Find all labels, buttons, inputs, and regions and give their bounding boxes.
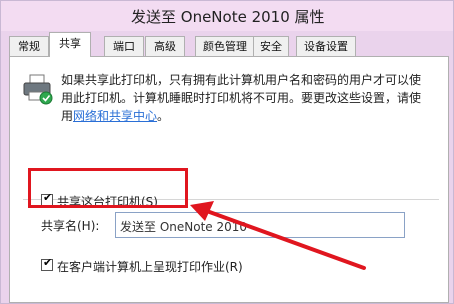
share-name-value: 发送至 OneNote 2010	[120, 220, 248, 234]
description-line-3: 用网络和共享中心。	[61, 107, 441, 125]
title-bar: 发送至 OneNote 2010 属性	[1, 1, 453, 31]
network-sharing-center-link[interactable]: 网络和共享中心	[73, 109, 157, 123]
tab-general[interactable]: 常规	[9, 36, 49, 56]
tab-sharing[interactable]: 共享	[49, 32, 91, 57]
description-line-3-prefix: 用	[61, 109, 74, 123]
tab-color-management[interactable]: 颜色管理	[195, 36, 255, 56]
description-line-1: 如果共享此打印机，只有拥有此计算机用户名和密码的用户才可以使	[61, 73, 422, 87]
description-line-2: 用此打印机。计算机睡眠时打印机将不可用。要更改这些设置，请使	[61, 91, 422, 105]
render-jobs-checkbox[interactable]: ✔	[41, 256, 53, 271]
tab-device-settings[interactable]: 设备设置	[296, 36, 356, 56]
render-jobs-label[interactable]: 在客户端计算机上呈现打印作业(R)	[57, 258, 243, 275]
window-title: 发送至 OneNote 2010 属性	[131, 8, 325, 26]
share-name-input[interactable]: 发送至 OneNote 2010	[115, 212, 405, 238]
annotation-highlight-box	[28, 168, 188, 208]
tab-advanced[interactable]: 高级	[145, 36, 185, 56]
tab-security[interactable]: 安全	[253, 36, 289, 56]
checkmark-icon: ✔	[43, 256, 53, 269]
share-name-label: 共享名(H):	[41, 219, 100, 233]
sharing-description: 如果共享此打印机，只有拥有此计算机用户名和密码的用户才可以使 用此打印机。计算机…	[61, 71, 441, 125]
tab-ports[interactable]: 端口	[104, 36, 144, 56]
properties-window: 发送至 OneNote 2010 属性 常规 共享 端口 高级 颜色管理 安全 …	[0, 0, 454, 304]
tab-strip: 常规 共享 端口 高级 颜色管理 安全 设备设置	[9, 32, 447, 57]
description-line-3-suffix: 。	[157, 109, 170, 123]
printer-icon	[23, 74, 53, 105]
